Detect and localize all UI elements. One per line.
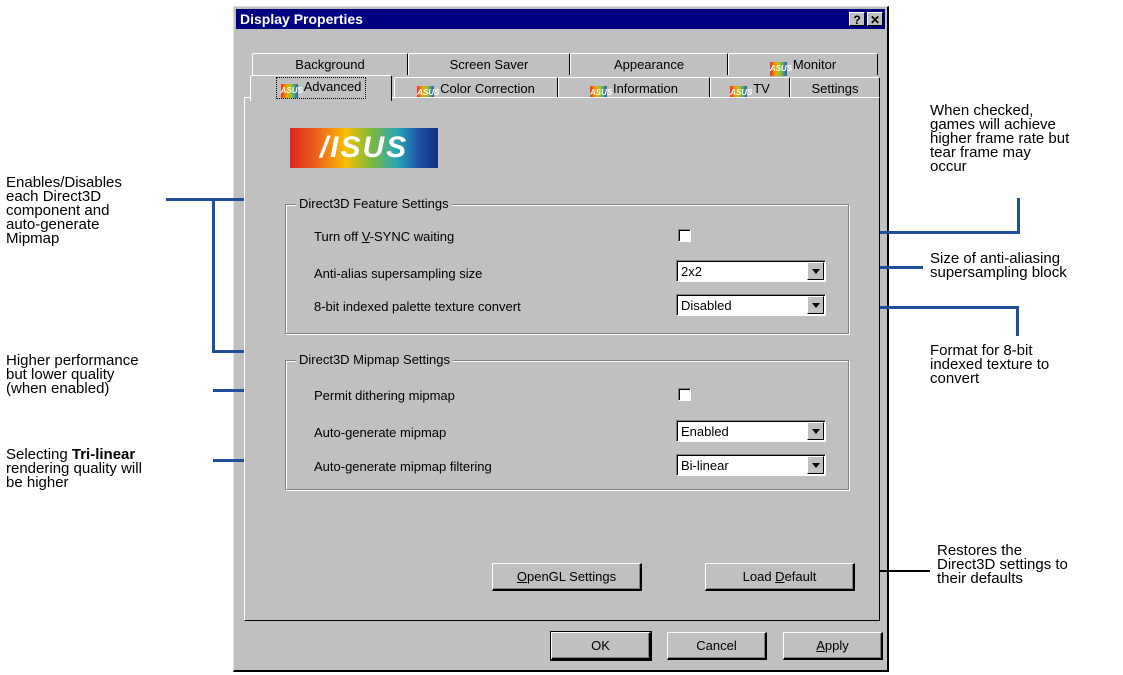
tab-color-correction[interactable]: ASUSColor Correction xyxy=(394,77,558,100)
help-button[interactable]: ? xyxy=(849,12,865,27)
tab-information[interactable]: ASUSInformation xyxy=(558,77,710,100)
tab-label: Appearance xyxy=(613,57,685,72)
callout-palette: Format for 8-bit indexed texture to conv… xyxy=(930,342,1050,387)
dropdown-button[interactable] xyxy=(807,422,824,440)
asus-icon: ASUS xyxy=(280,84,303,98)
tab-label: Screen Saver xyxy=(449,57,529,72)
dropdown-button[interactable] xyxy=(807,262,824,280)
callout-antialias: Size of anti-aliasing supersampling bloc… xyxy=(930,250,1067,281)
selected-value: 2x2 xyxy=(681,264,702,279)
palette-convert-select[interactable]: Disabled xyxy=(676,294,826,316)
dither-checkbox[interactable] xyxy=(678,388,691,401)
close-button[interactable]: ✕ xyxy=(867,12,883,27)
group-title: Direct3D Feature Settings xyxy=(296,196,452,211)
tab-label: Advanced xyxy=(303,79,362,94)
tab-background[interactable]: Background xyxy=(252,53,408,75)
dropdown-button[interactable] xyxy=(807,296,824,314)
dropdown-button[interactable] xyxy=(807,456,824,474)
opengl-settings-button[interactable]: OpenGL Settings xyxy=(492,563,642,591)
selected-value: Disabled xyxy=(681,298,732,313)
tab-label: Settings xyxy=(811,81,859,96)
antialias-select[interactable]: 2x2 xyxy=(676,260,826,282)
autogen-select[interactable]: Enabled xyxy=(676,420,826,442)
chevron-down-icon xyxy=(812,303,820,308)
callout-line xyxy=(1016,306,1019,336)
chevron-down-icon xyxy=(812,269,820,274)
callout-line xyxy=(1017,198,1020,234)
selected-value: Bi-linear xyxy=(681,458,729,473)
tab-appearance[interactable]: Appearance xyxy=(570,53,728,75)
callout-load-default: Restores the Direct3D settings to their … xyxy=(937,542,1068,587)
asus-icon: ASUS xyxy=(769,62,792,76)
cancel-button[interactable]: Cancel xyxy=(667,632,767,660)
tab-monitor[interactable]: ASUSMonitor xyxy=(728,53,878,76)
tab-label: Background xyxy=(295,57,365,72)
callout-filtering: Selecting Tri-linear rendering quality w… xyxy=(6,446,142,491)
tab-label: TV xyxy=(753,81,770,96)
filtering-label: Auto-generate mipmap filtering xyxy=(314,459,492,474)
callout-feature-toggle: Enables/Disables each Direct3D component… xyxy=(6,174,122,247)
tab-label: Color Correction xyxy=(440,81,535,96)
direct3d-mipmap-settings-group: Direct3D Mipmap Settings Permit ditherin… xyxy=(285,352,849,490)
callout-dithering: Higher performance but lower quality (wh… xyxy=(6,352,139,397)
chevron-down-icon xyxy=(812,463,820,468)
vsync-checkbox[interactable] xyxy=(678,229,691,242)
window-title: Display Properties xyxy=(240,11,363,27)
callout-vsync: When checked, games will achieve higher … xyxy=(930,102,1070,175)
tab-focus-box: ASUSAdvanced xyxy=(275,77,367,99)
dither-label: Permit dithering mipmap xyxy=(314,388,455,403)
palette-convert-label: 8-bit indexed palette texture convert xyxy=(314,299,521,314)
antialias-label: Anti-alias supersampling size xyxy=(314,266,483,281)
filtering-select[interactable]: Bi-linear xyxy=(676,454,826,476)
autogen-label: Auto-generate mipmap xyxy=(314,425,447,440)
vsync-label: Turn off V-SYNC waiting xyxy=(314,229,455,244)
tab-settings[interactable]: Settings xyxy=(790,77,880,99)
asus-logo: /ISUS xyxy=(290,128,438,168)
tab-label: Monitor xyxy=(792,57,837,72)
tab-screen-saver[interactable]: Screen Saver xyxy=(408,53,570,75)
group-title: Direct3D Mipmap Settings xyxy=(296,352,453,367)
ok-button[interactable]: OK xyxy=(550,631,652,661)
load-default-button[interactable]: Load Default xyxy=(705,563,855,591)
callout-line xyxy=(212,198,215,353)
selected-value: Enabled xyxy=(681,424,729,439)
title-bar[interactable]: Display Properties ? ✕ xyxy=(236,9,885,29)
tab-advanced[interactable]: ASUSAdvanced xyxy=(250,75,392,101)
tab-label: Information xyxy=(612,81,679,96)
direct3d-feature-settings-group: Direct3D Feature Settings Turn off V-SYN… xyxy=(285,196,849,334)
display-properties-window: Display Properties ? ✕ Background Screen… xyxy=(233,6,889,672)
apply-button[interactable]: Apply xyxy=(783,632,883,660)
chevron-down-icon xyxy=(812,429,820,434)
tab-tv[interactable]: ASUSTV xyxy=(710,77,790,100)
advanced-tab-panel: /ISUS Direct3D Feature Settings Turn off… xyxy=(244,97,880,621)
